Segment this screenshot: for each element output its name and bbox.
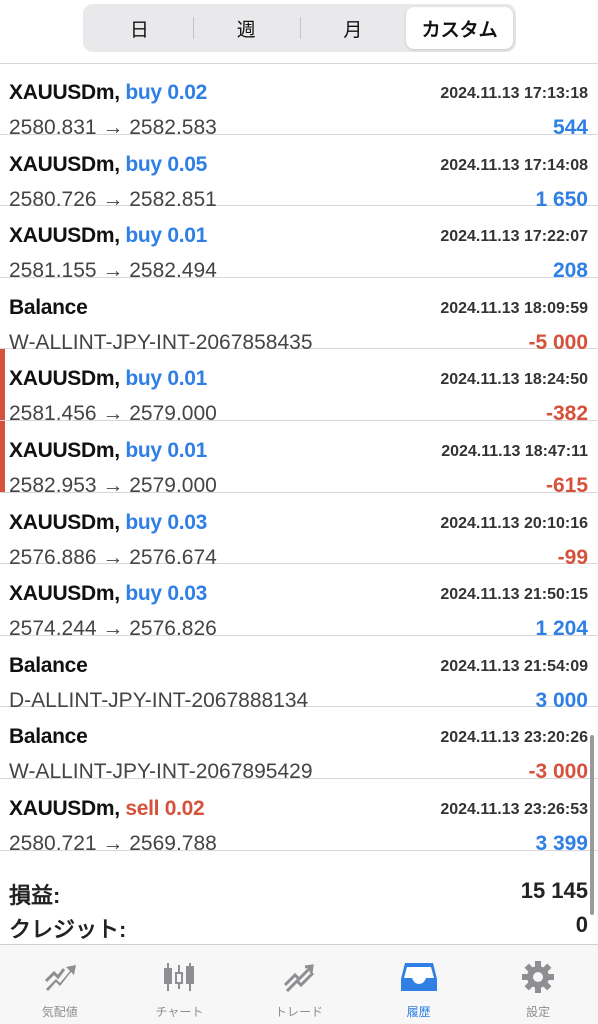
deal-direction-volume: buy 0.05 — [125, 152, 207, 176]
deal-symbol: XAUUSDm, buy 0.03 — [9, 511, 207, 535]
deal-symbol-name: XAUUSDm, — [9, 81, 120, 104]
deal-time: 2024.11.13 23:26:53 — [440, 800, 588, 818]
deal-symbol-name: Balance — [9, 725, 88, 749]
tab-settings[interactable]: 設定 — [478, 945, 598, 1024]
deal-symbol: XAUUSDm, buy 0.01 — [9, 224, 207, 248]
deal-row[interactable]: XAUUSDm, buy 0.03 2024.11.13 21:50:15 2574… — [0, 564, 598, 640]
credit-value: 0 — [575, 912, 588, 937]
deal-time: 2024.11.13 17:13:18 — [440, 85, 588, 102]
deal-prices: 2580.721 → 2569.788 — [9, 831, 217, 855]
tab-quotes-label: 気配値 — [41, 1005, 78, 1019]
period-segmented-control: 日 週 月 カスタム — [83, 4, 516, 52]
deal-time: 2024.11.13 20:10:16 — [440, 514, 588, 532]
deal-direction-volume: sell 0.02 — [125, 796, 205, 820]
segment-month[interactable]: 月 — [299, 7, 407, 49]
deal-row[interactable]: XAUUSDm, buy 0.01 2024.11.13 18:24:50 2581… — [0, 349, 598, 425]
deal-symbol-name: XAUUSDm, — [9, 582, 120, 606]
segment-day[interactable]: 日 — [86, 7, 193, 49]
deal-time: 2024.11.13 17:14:08 — [440, 156, 588, 174]
tab-history-label: 履歴 — [406, 1005, 431, 1019]
settings-icon — [518, 957, 558, 997]
deal-row[interactable]: XAUUSDm, buy 0.01 2024.11.13 18:47:11 2582… — [0, 420, 598, 497]
deal-symbol: Balance — [9, 653, 88, 678]
segment-custom[interactable]: カスタム — [406, 7, 513, 49]
deal-profit: 3 399 — [535, 831, 588, 855]
deal-time: 2024.11.13 23:20:26 — [440, 729, 588, 747]
deal-symbol: Balance — [9, 725, 88, 749]
deal-row[interactable]: XAUUSDm, buy 0.01 2024.11.13 17:22:07 2581… — [0, 206, 598, 282]
deal-direction-volume: buy 0.01 — [125, 224, 207, 248]
deal-symbol-name: Balance — [9, 653, 88, 677]
deal-row[interactable]: XAUUSDm, buy 0.03 2024.11.13 20:10:16 2576… — [0, 493, 598, 569]
deal-row[interactable]: Balance 2024.11.13 18:09:59 W-ALLINT-JPY-I… — [0, 278, 598, 354]
deal-symbol: XAUUSDm, buy 0.01 — [9, 367, 207, 391]
deal-symbol-name: XAUUSDm, — [9, 152, 120, 176]
deal-direction-volume: buy 0.03 — [125, 582, 207, 606]
credit-label: クレジット: — [9, 917, 127, 942]
deal-time: 2024.11.13 18:09:59 — [440, 299, 588, 317]
deal-symbol: XAUUSDm, buy 0.03 — [9, 582, 207, 606]
deal-row[interactable]: XAUUSDm, buy 0.05 2024.11.13 17:14:08 2580… — [0, 135, 598, 211]
profit-value: 15 145 — [520, 878, 588, 903]
credit-summary: クレジット: 0 — [9, 912, 588, 944]
deal-time: 2024.11.13 18:47:11 — [441, 442, 588, 460]
tab-history[interactable]: 履歴 — [359, 945, 479, 1024]
deal-symbol-name: XAUUSDm, — [9, 796, 120, 820]
deal-symbol-name: XAUUSDm, — [9, 224, 120, 248]
deal-time: 2024.11.13 17:22:07 — [440, 228, 588, 246]
segment-week[interactable]: 週 — [192, 7, 300, 49]
deal-row[interactable]: XAUUSDm, buy 0.02 2024.11.13 17:13:18 2580… — [0, 63, 598, 139]
deal-history-list[interactable]: XAUUSDm, buy 0.02 2024.11.13 17:13:18 2580… — [0, 63, 598, 855]
deal-direction-volume: buy 0.01 — [125, 438, 207, 462]
deal-direction-volume: buy 0.03 — [125, 510, 207, 534]
deal-direction-volume: buy 0.01 — [125, 367, 207, 391]
deal-symbol-name: XAUUSDm, — [9, 438, 120, 462]
deal-symbol-name: XAUUSDm, — [9, 510, 120, 534]
quotes-icon — [40, 957, 80, 997]
deal-symbol-name: Balance — [9, 295, 88, 319]
deal-symbol: XAUUSDm, buy 0.05 — [9, 153, 207, 177]
deal-symbol: XAUUSDm, buy 0.01 — [9, 439, 207, 463]
tab-trade[interactable]: トレード — [239, 945, 359, 1024]
history-icon — [399, 957, 439, 997]
deal-direction-volume: buy 0.02 — [125, 81, 207, 104]
deal-time: 2024.11.13 21:50:15 — [440, 586, 588, 604]
deal-symbol-name: XAUUSDm, — [9, 367, 120, 391]
deal-time: 2024.11.13 18:24:50 — [440, 371, 588, 389]
scrollbar[interactable] — [590, 735, 594, 915]
deal-row[interactable]: Balance 2024.11.13 21:54:09 D-ALLINT-JPY-I… — [0, 636, 598, 712]
deal-symbol: Balance — [9, 295, 88, 320]
tab-chart-label: チャート — [155, 1005, 204, 1019]
deal-row[interactable]: Balance 2024.11.13 23:20:26 W-ALLINT-JPY-I… — [0, 707, 598, 783]
trade-icon — [279, 957, 319, 997]
profit-label: 損益: — [9, 883, 61, 908]
deal-symbol: XAUUSDm, sell 0.02 — [9, 796, 205, 821]
deal-time: 2024.11.13 21:54:09 — [440, 657, 588, 675]
deal-symbol: XAUUSDm, buy 0.02 — [9, 81, 207, 105]
tab-trade-label: トレード — [274, 1005, 323, 1019]
profit-summary: 損益: 15 145 — [9, 878, 588, 910]
tab-settings-label: 設定 — [526, 1005, 551, 1019]
deal-row[interactable]: XAUUSDm, sell 0.02 2024.11.13 23:26:53 258… — [0, 779, 598, 855]
history-summary: 損益: 15 145 クレジット: 0 — [0, 866, 598, 944]
chart-icon — [159, 957, 199, 997]
bottom-tab-bar: 気配値 チャート トレード 履歴 設定 — [0, 944, 598, 1024]
tab-quotes[interactable]: 気配値 — [0, 945, 120, 1024]
tab-chart[interactable]: チャート — [120, 945, 240, 1024]
